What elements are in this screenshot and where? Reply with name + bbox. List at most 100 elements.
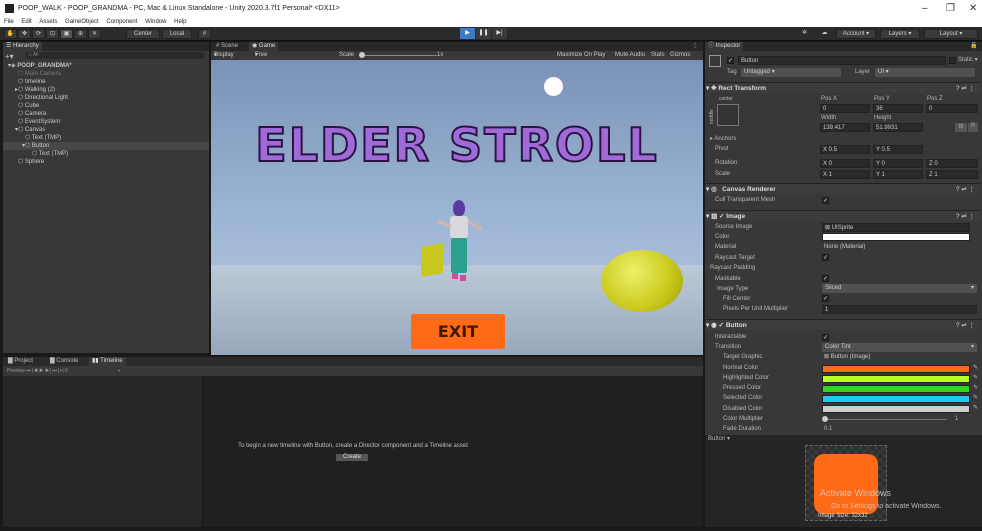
- move-tool-icon[interactable]: ✥: [18, 29, 31, 39]
- raycast-target-checkbox[interactable]: ✓: [822, 254, 829, 261]
- object-name-field[interactable]: Button: [738, 56, 946, 65]
- create-timeline-button[interactable]: Create: [335, 453, 369, 462]
- aspect-dropdown[interactable]: Free Aspect ▾: [255, 51, 273, 67]
- scale-tool-icon[interactable]: ⊡: [46, 29, 59, 39]
- preview-foldout[interactable]: Button ▾: [708, 435, 730, 444]
- hierarchy-row[interactable]: ▾ ⬡ Canvas: [3, 126, 209, 134]
- eyedropper-icon[interactable]: ✎: [973, 384, 978, 391]
- pause-button[interactable]: ❚❚: [476, 28, 491, 39]
- hierarchy-row[interactable]: ▸ ⬡ Walking (2): [3, 86, 209, 94]
- ppu-multiplier-field[interactable]: 1: [822, 305, 977, 314]
- minimize-button[interactable]: –: [922, 3, 928, 14]
- scale-x-field[interactable]: X 1: [820, 170, 870, 179]
- canvas-renderer-header[interactable]: ▾ ◎ Canvas Renderer? ⇌ ⋮: [706, 183, 981, 194]
- add-object-icon[interactable]: +▾: [5, 52, 14, 61]
- posz-field[interactable]: 0: [926, 104, 978, 113]
- hierarchy-row[interactable]: ⬡ timeline: [3, 78, 209, 86]
- image-header[interactable]: ▾ ▨ ✓ Image? ⇌ ⋮: [706, 210, 981, 221]
- eyedropper-icon[interactable]: ✎: [973, 404, 978, 411]
- play-button[interactable]: ▶: [460, 28, 475, 39]
- transition-dropdown[interactable]: Color Tint ▾: [822, 343, 977, 352]
- tab-inspector[interactable]: ⓘ Inspector: [705, 42, 744, 51]
- eyedropper-icon[interactable]: ✎: [973, 364, 978, 371]
- color-swatch[interactable]: [822, 385, 970, 393]
- transform-tool-icon[interactable]: ⊕: [74, 29, 87, 39]
- menu-gameobject[interactable]: GameObject: [65, 19, 99, 25]
- hierarchy-row[interactable]: ⬡ Directional Light: [3, 94, 209, 102]
- anchor-preset-button[interactable]: [717, 104, 739, 126]
- hierarchy-row[interactable]: ⬡ Sphere: [3, 158, 209, 166]
- hierarchy-row[interactable]: ⬡ Cube: [3, 102, 209, 110]
- fill-center-checkbox[interactable]: ✓: [822, 295, 829, 302]
- static-label[interactable]: Static ▾: [958, 56, 978, 65]
- pivot-y-field[interactable]: Y 0.5: [873, 145, 923, 154]
- hierarchy-search-input[interactable]: ⌕ All: [25, 52, 205, 59]
- blueprint-mode-icon[interactable]: ⊟: [955, 123, 967, 132]
- posy-field[interactable]: 36: [873, 104, 923, 113]
- maximize-on-play-toggle[interactable]: Maximize On Play: [557, 51, 605, 60]
- pivot-local-toggle[interactable]: Local: [162, 29, 192, 39]
- layout-dropdown[interactable]: Layout ▾: [924, 29, 978, 39]
- hierarchy-row[interactable]: ▾ ◈ POOP_GRANDMA*: [3, 62, 209, 70]
- source-image-field[interactable]: ⊠ UISprite: [822, 223, 970, 232]
- hand-tool-icon[interactable]: ✋: [4, 29, 17, 39]
- color-swatch[interactable]: [822, 375, 970, 383]
- rect-tool-icon[interactable]: ▣: [60, 29, 73, 39]
- tab-game[interactable]: ◉ Game: [249, 42, 279, 51]
- gizmos-dropdown[interactable]: Gizmos: [670, 51, 690, 60]
- material-field[interactable]: None (Material): [822, 243, 970, 252]
- anchors-foldout[interactable]: ▸ Anchors: [710, 135, 736, 144]
- hierarchy-row[interactable]: ⬡ Main Camera: [3, 70, 209, 78]
- image-type-dropdown[interactable]: Sliced ▾: [822, 284, 977, 293]
- layers-dropdown[interactable]: Layers ▾: [880, 29, 920, 39]
- grid-snap-icon[interactable]: #: [198, 29, 211, 39]
- image-color-field[interactable]: [822, 233, 970, 241]
- scale-z-field[interactable]: Z 1: [926, 170, 978, 179]
- menu-edit[interactable]: Edit: [21, 19, 31, 25]
- menu-window[interactable]: Window: [145, 19, 166, 25]
- scale-slider-handle[interactable]: [359, 52, 365, 58]
- tab-hierarchy[interactable]: ☰ Hierarchy: [3, 42, 42, 51]
- rotate-tool-icon[interactable]: ⟳: [32, 29, 45, 39]
- color-multiplier-slider[interactable]: [822, 419, 947, 420]
- color-swatch[interactable]: [822, 395, 970, 403]
- color-swatch[interactable]: [822, 405, 970, 413]
- rotation-x-field[interactable]: X 0: [820, 159, 870, 168]
- tab-project[interactable]: ▇ Project: [5, 357, 36, 366]
- target-graphic-field[interactable]: ⊠ Button (Image): [822, 353, 970, 362]
- interactable-checkbox[interactable]: ✓: [822, 334, 829, 341]
- image-menu-icon[interactable]: ? ⇌ ⋮: [956, 211, 975, 222]
- step-button[interactable]: ▶|: [492, 28, 507, 39]
- canvas-renderer-menu-icon[interactable]: ? ⇌ ⋮: [956, 184, 975, 195]
- eyedropper-icon[interactable]: ✎: [973, 394, 978, 401]
- stats-toggle[interactable]: Stats: [651, 51, 665, 60]
- display-dropdown[interactable]: Display 1 ▾: [214, 51, 234, 67]
- cloud-icon[interactable]: ☁: [818, 29, 831, 39]
- maximize-button[interactable]: ❐: [946, 3, 955, 14]
- height-field[interactable]: 51.9931: [873, 123, 923, 132]
- color-swatch[interactable]: [822, 365, 970, 373]
- width-field[interactable]: 139.417: [820, 123, 870, 132]
- account-dropdown[interactable]: Account ▾: [836, 29, 876, 39]
- preview-toggle[interactable]: Preview: [7, 368, 25, 374]
- tab-console[interactable]: ▇ Console: [47, 357, 81, 366]
- game-viewport[interactable]: ELDER STROLL EXIT: [211, 60, 703, 355]
- scale-slider[interactable]: [359, 55, 437, 56]
- posx-field[interactable]: 0: [820, 104, 870, 113]
- pivot-center-toggle[interactable]: Center: [126, 29, 160, 39]
- mute-audio-toggle[interactable]: Mute Audio: [615, 51, 645, 60]
- rect-transform-header[interactable]: ▾ ✥ Rect Transform? ⇌ ⋮: [706, 82, 981, 93]
- static-checkbox[interactable]: [949, 57, 956, 64]
- button-menu-icon[interactable]: ? ⇌ ⋮: [956, 320, 975, 331]
- pivot-x-field[interactable]: X 0.5: [820, 145, 870, 154]
- hierarchy-row[interactable]: ⬡ Text (TMP): [3, 150, 209, 158]
- layer-dropdown[interactable]: UI ▾: [875, 68, 975, 77]
- tab-scene[interactable]: # Scene: [213, 42, 241, 51]
- menu-assets[interactable]: Assets: [39, 19, 57, 25]
- custom-tool-icon[interactable]: ✕: [88, 29, 101, 39]
- rotation-z-field[interactable]: Z 0: [926, 159, 978, 168]
- rotation-y-field[interactable]: Y 0: [873, 159, 923, 168]
- scale-y-field[interactable]: Y 1: [873, 170, 923, 179]
- maskable-checkbox[interactable]: ✓: [822, 275, 829, 282]
- cull-mesh-checkbox[interactable]: ✓: [822, 197, 829, 204]
